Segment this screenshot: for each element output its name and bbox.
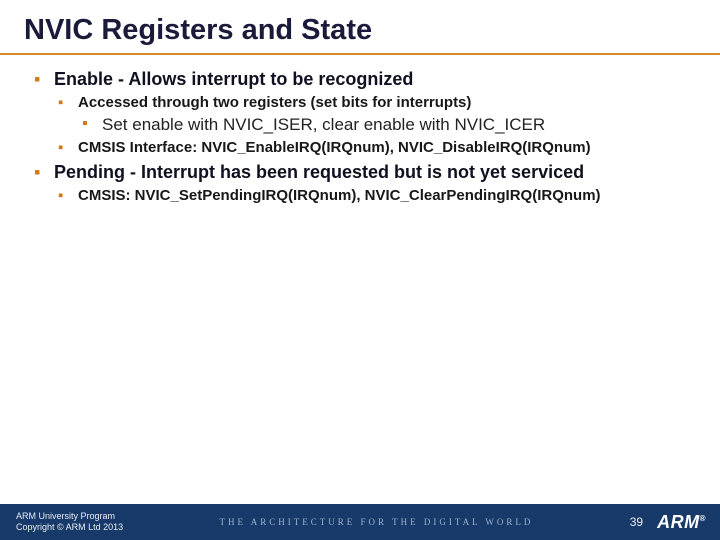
bullet-text: CMSIS Interface: NVIC_EnableIRQ(IRQnum),… (78, 139, 591, 156)
bullet-text: CMSIS: NVIC_SetPendingIRQ(IRQnum), NVIC_… (78, 187, 601, 204)
content-area: Enable - Allows interrupt to be recogniz… (0, 69, 720, 204)
title-rule (0, 53, 720, 55)
footer-line2: Copyright © ARM Ltd 2013 (16, 522, 123, 533)
bullet-set-enable: Set enable with NVIC_ISER, clear enable … (78, 115, 690, 135)
bullet-text: Accessed through two registers (set bits… (78, 94, 471, 111)
registered-mark: ® (700, 514, 706, 523)
footer-bar: ARM University Program Copyright © ARM L… (0, 504, 720, 540)
slide: NVIC Registers and State Enable - Allows… (0, 0, 720, 540)
footer-tagline: THE ARCHITECTURE FOR THE DIGITAL WORLD (123, 517, 630, 527)
logo-text: ARM (657, 512, 700, 532)
bullet-list-lvl1: Enable - Allows interrupt to be recogniz… (30, 69, 690, 204)
arm-logo: ARM® (657, 512, 706, 533)
bullet-text: Set enable with NVIC_ISER, clear enable … (102, 115, 545, 134)
bullet-enable: Enable - Allows interrupt to be recogniz… (30, 69, 690, 156)
bullet-text: Pending - Interrupt has been requested b… (54, 162, 584, 182)
bullet-list-lvl2: CMSIS: NVIC_SetPendingIRQ(IRQnum), NVIC_… (54, 187, 690, 204)
footer-right: 39 ARM® (630, 512, 706, 533)
bullet-cmsis-pending: CMSIS: NVIC_SetPendingIRQ(IRQnum), NVIC_… (54, 187, 690, 204)
bullet-text: Enable - Allows interrupt to be recogniz… (54, 69, 413, 89)
footer-credits: ARM University Program Copyright © ARM L… (16, 511, 123, 534)
bullet-accessed: Accessed through two registers (set bits… (54, 94, 690, 135)
slide-title: NVIC Registers and State (0, 0, 720, 53)
bullet-list-lvl3: Set enable with NVIC_ISER, clear enable … (78, 115, 690, 135)
bullet-cmsis-enable: CMSIS Interface: NVIC_EnableIRQ(IRQnum),… (54, 139, 690, 156)
bullet-list-lvl2: Accessed through two registers (set bits… (54, 94, 690, 156)
page-number: 39 (630, 515, 643, 529)
footer-line1: ARM University Program (16, 511, 123, 522)
bullet-pending: Pending - Interrupt has been requested b… (30, 162, 690, 204)
